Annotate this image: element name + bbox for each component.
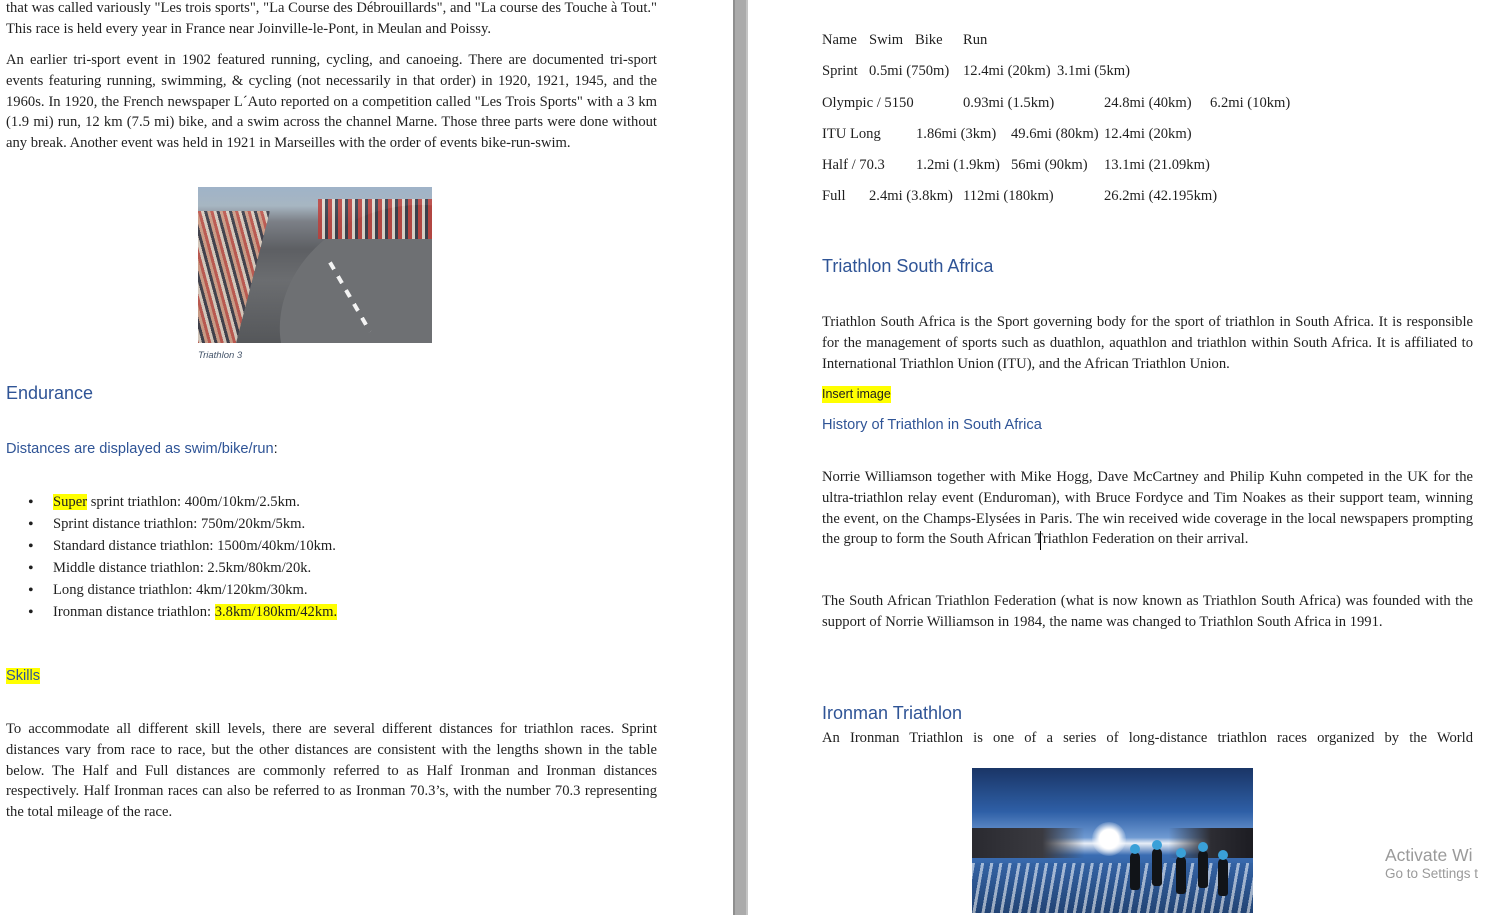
- table-cell-name: Olympic / 5150: [822, 95, 914, 111]
- table-cell-swim: 0.93mi (1.5km): [963, 95, 1055, 111]
- table-cell-swim: 2.4mi (3.8km): [869, 188, 953, 204]
- triathlon-south-africa-heading: Triathlon South Africa: [822, 256, 994, 276]
- text-cursor: [1040, 531, 1041, 550]
- history-south-africa-heading: History of Triathlon in South Africa: [822, 417, 1042, 433]
- skills-paragraph: To accommodate all different skill level…: [6, 721, 657, 821]
- table-cell-run: 12.4mi (20km): [1104, 126, 1192, 142]
- intro-paragraph: that was called variously "Les trois spo…: [6, 0, 657, 37]
- table-cell-run: 6.2mi (10km): [1210, 95, 1291, 111]
- table-cell-bike: 49.6mi (80km): [1011, 126, 1099, 142]
- federation-paragraph: The South African Triathlon Federation (…: [822, 593, 1473, 630]
- table-cell-name: Full: [822, 188, 846, 204]
- table-cell-run: 26.2mi (42.195km): [1104, 188, 1218, 204]
- table-cell-name: ITU Long: [822, 126, 881, 142]
- table-cell-bike: 24.8mi (40km): [1104, 95, 1192, 111]
- distance-list-item: Standard distance triathlon: 1500m/40km/…: [28, 536, 337, 558]
- ironman-swim-start-photo[interactable]: [972, 768, 1253, 913]
- figure-caption: Triathlon 3: [198, 350, 243, 361]
- distance-list-item: Sprint distance triathlon: 750m/20km/5km…: [28, 514, 337, 536]
- distance-item-suffix: sprint triathlon: 400m/10km/2.5km.: [87, 494, 300, 510]
- table-cell-run: 13.1mi (21.09km): [1104, 157, 1210, 173]
- distance-item-highlight: 3.8km/180km/42km.: [214, 603, 338, 620]
- endurance-heading: Endurance: [6, 383, 94, 403]
- history-paragraph: An earlier tri-sport event in 1902 featu…: [6, 52, 657, 152]
- watermark-line-1: Activate Wi: [1385, 845, 1473, 865]
- table-cell-bike: 56mi (90km): [1011, 157, 1088, 173]
- ironman-triathlon-heading: Ironman Triathlon: [822, 703, 963, 723]
- table-cell-run: 3.1mi (5km): [1057, 63, 1130, 79]
- distance-list-item: Super sprint triathlon: 400m/10km/2.5km.: [28, 492, 337, 514]
- activate-windows-watermark: Activate Wi Go to Settings t: [1385, 845, 1478, 883]
- distance-item-prefix: Ironman distance triathlon:: [53, 603, 215, 620]
- distance-list-item: Middle distance triathlon: 2.5km/80km/20…: [28, 558, 337, 580]
- table-cell-bike: 112mi (180km): [963, 188, 1054, 204]
- table-cell-name: Name: [822, 32, 857, 48]
- ironman-paragraph: An Ironman Triathlon is one of a series …: [822, 730, 1473, 746]
- skills-heading: Skills: [6, 668, 41, 684]
- document-page-left: that was called variously "Les trois spo…: [0, 0, 733, 915]
- page-gutter: [733, 0, 748, 915]
- table-cell-name: Sprint: [822, 63, 858, 79]
- table-cell-swim: 1.86mi (3km): [916, 126, 997, 142]
- distance-item-prefix: Middle distance triathlon: 2.5km/80km/20…: [53, 559, 312, 576]
- distances-subheading: Distances are displayed as swim/bike/run…: [6, 441, 278, 457]
- distance-item-prefix: Sprint distance triathlon: 750m/20km/5km…: [53, 515, 306, 532]
- table-cell-swim: 1.2mi (1.9km): [916, 157, 1000, 173]
- distance-item-prefix: Long distance triathlon: 4km/120km/30km.: [53, 581, 308, 598]
- insert-image-note: Insert image: [822, 386, 891, 403]
- distance-list: Super sprint triathlon: 400m/10km/2.5km.…: [28, 492, 338, 624]
- distance-list-item: Ironman distance triathlon: 3.8km/180km/…: [28, 602, 338, 624]
- distance-item-highlight: Super: [53, 494, 88, 510]
- distances-colon: :: [273, 441, 278, 457]
- watermark-line-2: Go to Settings t: [1385, 866, 1479, 881]
- tsa-paragraph: Triathlon South Africa is the Sport gove…: [822, 314, 1473, 372]
- table-cell-name: Half / 70.3: [822, 157, 885, 173]
- cycling-race-photo[interactable]: [198, 187, 432, 343]
- table-cell-bike: Bike: [915, 32, 943, 48]
- table-cell-swim: Swim: [869, 32, 904, 48]
- table-cell-bike: 12.4mi (20km): [963, 63, 1051, 79]
- norrie-paragraph: Norrie Williamson together with Mike Hog…: [822, 469, 1473, 548]
- table-cell-swim: 0.5mi (750m): [869, 63, 950, 79]
- distance-item-prefix: Standard distance triathlon: 1500m/40km/…: [53, 537, 336, 554]
- distance-list-item: Long distance triathlon: 4km/120km/30km.: [28, 580, 337, 602]
- distances-subheading-text: Distances are displayed as swim/bike/run: [6, 441, 274, 457]
- table-cell-run: Run: [963, 32, 988, 48]
